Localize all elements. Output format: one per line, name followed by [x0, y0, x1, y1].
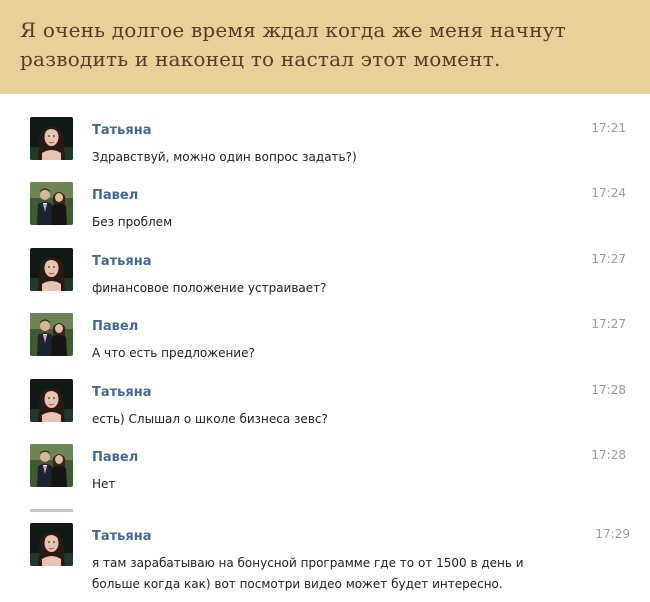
- message-item: Павел 17:27 А что есть предложение?: [0, 313, 650, 373]
- pavel-avatar[interactable]: [30, 182, 73, 225]
- message-item: Татьяна 17:21 Здравствуй, можно один воп…: [0, 117, 650, 177]
- sender-name[interactable]: Татьяна: [92, 254, 152, 269]
- caption-banner: Я очень долгое время ждал когда же меня …: [0, 0, 650, 94]
- sender-name[interactable]: Татьяна: [92, 385, 152, 400]
- message-time: 17:21: [591, 121, 626, 135]
- tatyana-avatar[interactable]: [30, 523, 73, 566]
- sender-name[interactable]: Павел: [92, 188, 138, 203]
- caption-text: Я очень долгое время ждал когда же меня …: [20, 18, 566, 71]
- pavel-avatar[interactable]: [30, 444, 73, 487]
- message-item: Павел 17:24 Без проблем: [0, 182, 650, 242]
- sender-name[interactable]: Павел: [92, 450, 138, 465]
- message-time: 17:28: [591, 383, 626, 397]
- tatyana-avatar[interactable]: [30, 248, 73, 291]
- message-text: Здравствуй, можно один вопрос задать?): [92, 150, 357, 164]
- message-text: я там зарабатываю на бонусной программе …: [92, 556, 524, 591]
- separator: [30, 509, 73, 512]
- message-text: есть) Слышал о школе бизнеса зевс?: [92, 412, 328, 426]
- tatyana-avatar[interactable]: [30, 117, 73, 160]
- message-time: 17:24: [591, 186, 626, 200]
- message-text: А что есть предложение?: [92, 346, 255, 360]
- pavel-avatar[interactable]: [30, 313, 73, 356]
- message-item: Татьяна 17:28 есть) Слышал о школе бизне…: [0, 379, 650, 439]
- tatyana-avatar[interactable]: [30, 379, 73, 422]
- message-time: 17:27: [591, 252, 626, 266]
- sender-name[interactable]: Татьяна: [92, 123, 152, 138]
- message-time: 17:27: [591, 317, 626, 331]
- message-text: Без проблем: [92, 215, 173, 229]
- sender-name[interactable]: Татьяна: [92, 529, 152, 544]
- message-text: финансовое положение устраивает?: [92, 281, 327, 295]
- message-item: Татьяна 17:29 я там зарабатываю на бонус…: [0, 523, 650, 598]
- message-item: Павел 17:28 Нет: [0, 444, 650, 504]
- sender-name[interactable]: Павел: [92, 319, 138, 334]
- message-time: 17:28: [591, 448, 626, 462]
- message-item: Татьяна 17:27 финансовое положение устра…: [0, 248, 650, 308]
- message-text: Нет: [92, 477, 116, 491]
- message-time: 17:29: [595, 527, 630, 541]
